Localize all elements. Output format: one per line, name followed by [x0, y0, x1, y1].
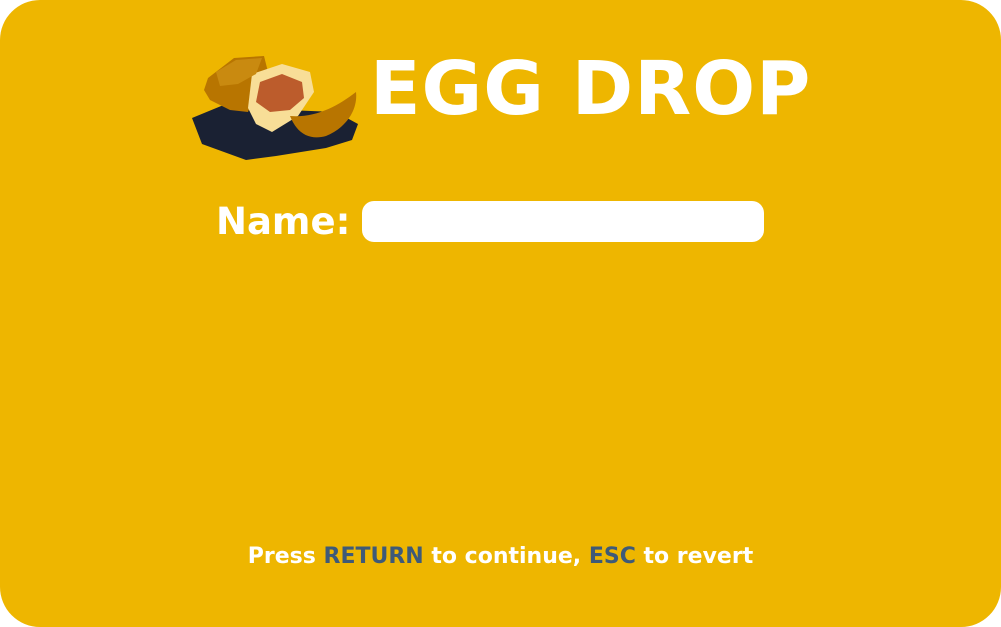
footer-press-text: Press — [247, 544, 324, 569]
footer-instructions: Press RETURN to continue, ESC to revert — [0, 544, 1001, 569]
esc-key-hint: ESC — [588, 544, 636, 569]
footer-continue-text: to continue, — [423, 544, 589, 569]
name-label: Name: — [216, 200, 351, 243]
cracked-egg-icon — [192, 56, 358, 160]
footer-revert-text: to revert — [635, 544, 754, 569]
name-entry-screen: EGG DROP Name: Press RETURN to continue,… — [0, 0, 1001, 627]
game-title: EGG DROP — [370, 46, 812, 132]
name-input[interactable] — [362, 201, 764, 242]
return-key-hint: RETURN — [323, 544, 424, 569]
